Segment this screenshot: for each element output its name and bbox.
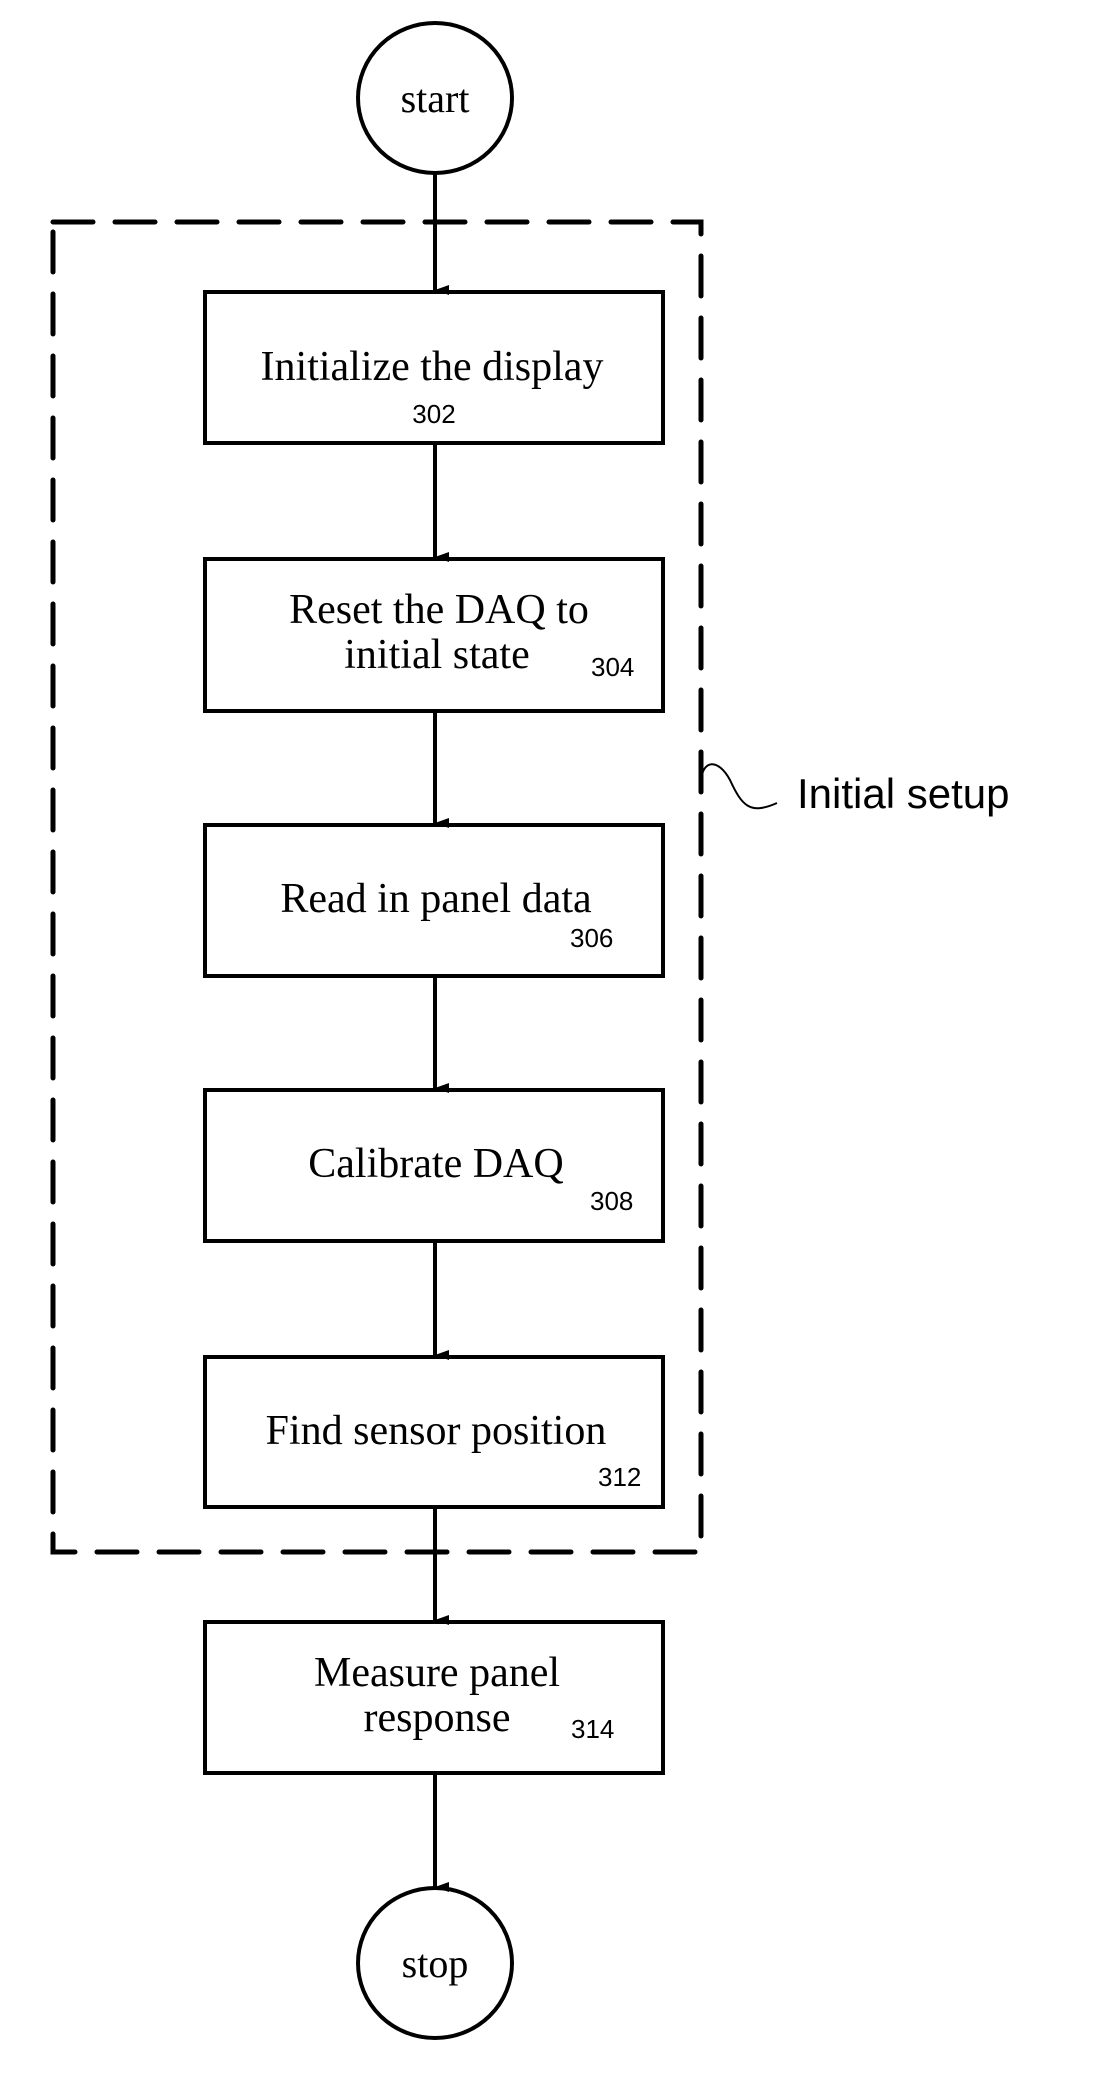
step-312-label: Find sensor position: [266, 1408, 607, 1454]
step-308: Calibrate DAQ 308: [203, 1088, 665, 1243]
step-304-label-line2: initial state: [344, 632, 529, 678]
group-label-leader: [700, 763, 778, 810]
step-308-label: Calibrate DAQ: [308, 1141, 563, 1187]
step-312-ref: 312: [598, 1462, 641, 1492]
step-304-ref: 304: [591, 652, 634, 682]
start-label: start: [401, 76, 470, 121]
step-314-ref: 314: [571, 1714, 614, 1744]
flowchart: Initial setup start stop Initialize the …: [50, 21, 1009, 2040]
step-306-ref: 306: [570, 923, 613, 953]
step-306: Read in panel data 306: [203, 823, 665, 978]
step-304: Reset the DAQ to initial state 304: [203, 557, 665, 713]
step-314-label-line1: Measure panel: [314, 1650, 560, 1696]
step-302-ref: 302: [412, 399, 455, 429]
step-304-label-line1: Reset the DAQ to: [289, 587, 589, 633]
step-302-label: Initialize the display: [261, 344, 604, 390]
step-314-label-line2: response: [364, 1695, 511, 1741]
stop-label: stop: [402, 1941, 469, 1986]
group-label: Initial setup: [797, 770, 1009, 817]
step-314: Measure panel response 314: [203, 1620, 665, 1775]
start-terminal: start: [356, 21, 514, 175]
step-312: Find sensor position 312: [203, 1355, 665, 1509]
stop-terminal: stop: [356, 1886, 514, 2040]
step-306-label: Read in panel data: [280, 876, 592, 922]
step-302: Initialize the display 302: [203, 290, 665, 445]
step-308-ref: 308: [590, 1186, 633, 1216]
